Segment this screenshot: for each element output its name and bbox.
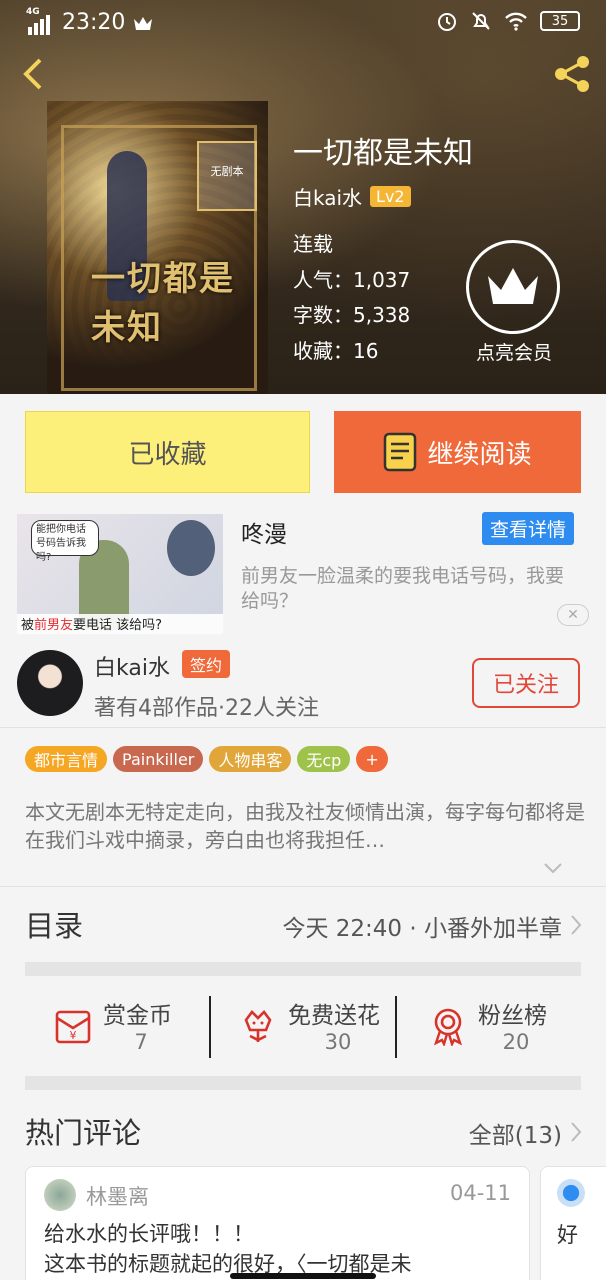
favorites-stat: 收藏：16 bbox=[293, 339, 379, 363]
flower-icon bbox=[244, 1010, 272, 1042]
crown-icon bbox=[134, 16, 153, 30]
comment-card[interactable]: 好 bbox=[540, 1166, 606, 1280]
comment-text: 好 bbox=[557, 1223, 578, 1247]
red-envelope-icon: ¥ bbox=[55, 1010, 91, 1044]
ad-title: 咚漫 bbox=[241, 522, 287, 548]
book-title: 一切都是未知 bbox=[293, 136, 473, 171]
reward-coins-count: 7 bbox=[134, 1030, 148, 1054]
medal-icon bbox=[433, 1008, 463, 1046]
book-icon bbox=[384, 432, 417, 472]
crown-icon bbox=[488, 268, 538, 304]
tag-chip[interactable]: 人物串客 bbox=[209, 746, 292, 772]
view-details-button[interactable]: 查看详情 bbox=[482, 512, 575, 545]
svg-text:¥: ¥ bbox=[70, 1029, 77, 1042]
avatar[interactable] bbox=[17, 650, 83, 716]
author-section[interactable]: 白kai水 签约 著有4部作品·22人关注 已关注 bbox=[0, 642, 606, 728]
wifi-icon bbox=[505, 12, 527, 31]
ad-bubble: 能把你电话号码告诉我吗? bbox=[31, 520, 99, 563]
comment-text: 给水水的长评哦！！！ 这本书的标题就起的很好，〈一切都是未 bbox=[44, 1222, 412, 1276]
tag-chip[interactable]: Painkiller bbox=[113, 746, 204, 772]
section-divider bbox=[25, 962, 581, 976]
cover-title: 一切都是未知 bbox=[91, 259, 235, 348]
book-status: 连载 bbox=[293, 232, 333, 256]
reward-coins-button[interactable]: ¥ 赏金币 7 bbox=[25, 990, 211, 1060]
toc-label: 目录 bbox=[25, 909, 84, 943]
tag-chip[interactable]: 都市言情 bbox=[25, 746, 108, 772]
ad-banner[interactable]: 能把你电话号码告诉我吗? 被前男友要电话 该给吗? 咚漫 查看详情 前男友一脸温… bbox=[0, 508, 606, 634]
fan-ranking-count: 20 bbox=[502, 1030, 530, 1054]
fan-ranking-button[interactable]: 粉丝榜 20 bbox=[400, 990, 586, 1060]
author-stats: 著有4部作品·22人关注 bbox=[94, 696, 319, 721]
divider bbox=[395, 996, 397, 1058]
chevron-right-icon[interactable] bbox=[570, 1121, 582, 1143]
avatar[interactable] bbox=[44, 1179, 76, 1211]
book-author-row: 白kai水 Lv2 bbox=[293, 182, 411, 211]
send-flower-label: 免费送花 bbox=[288, 1003, 380, 1029]
author-name[interactable]: 白kai水 bbox=[94, 650, 170, 682]
mute-bell-icon bbox=[472, 12, 490, 30]
continue-reading-button[interactable]: 继续阅读 bbox=[334, 411, 581, 493]
vip-button[interactable]: 点亮会员 bbox=[466, 240, 562, 368]
favorited-button[interactable]: 已收藏 bbox=[25, 411, 310, 493]
word-count-stat: 字数：5,338 bbox=[293, 303, 411, 327]
comment-card[interactable]: 林墨离 04-11 给水水的长评哦！！！ 这本书的标题就起的很好，〈一切都是未 bbox=[25, 1166, 530, 1280]
book-cover[interactable]: 无剧本 一切都是未知 bbox=[47, 101, 268, 394]
home-indicator[interactable] bbox=[230, 1273, 376, 1279]
tag-list: 都市言情 Painkiller 人物串客 无cp + bbox=[25, 746, 388, 772]
close-icon[interactable]: ✕ bbox=[557, 604, 589, 626]
book-header: 4G 23:20 35 无剧本 一切都是未知 一切都是未知 白kai水 Lv2 bbox=[0, 0, 606, 394]
latest-chapter: 今天 22:40 · 小番外加半章 bbox=[282, 916, 562, 942]
vip-label: 点亮会员 bbox=[475, 342, 552, 364]
ad-caption: 被前男友要电话 该给吗? bbox=[17, 614, 223, 634]
continue-reading-label: 继续阅读 bbox=[427, 439, 532, 470]
reward-bar: ¥ 赏金币 7 免费送花 30 粉丝榜 20 bbox=[0, 990, 606, 1066]
chevron-right-icon bbox=[571, 915, 582, 935]
popularity-stat: 人气：1,037 bbox=[293, 268, 411, 292]
table-of-contents-row[interactable]: 目录 今天 22:40 · 小番外加半章 bbox=[0, 886, 606, 962]
share-icon[interactable] bbox=[550, 52, 594, 96]
comment-date: 04-11 bbox=[449, 1181, 511, 1205]
comment-user[interactable]: 林墨离 bbox=[86, 1181, 149, 1211]
book-author[interactable]: 白kai水 bbox=[293, 182, 362, 211]
signal-icon: 4G bbox=[26, 7, 54, 35]
follow-button[interactable]: 已关注 bbox=[472, 658, 580, 708]
battery-icon: 35 bbox=[540, 11, 580, 31]
chevron-down-icon[interactable] bbox=[543, 862, 563, 874]
chevron-left-icon[interactable] bbox=[18, 56, 48, 92]
level-badge: Lv2 bbox=[370, 186, 411, 207]
avatar[interactable] bbox=[557, 1179, 585, 1207]
tag-chip[interactable]: 无cp bbox=[297, 746, 351, 772]
section-divider bbox=[25, 1076, 581, 1090]
add-tag-button[interactable]: + bbox=[356, 746, 388, 772]
send-flower-count: 30 bbox=[324, 1030, 352, 1054]
ad-image[interactable]: 能把你电话号码告诉我吗? 被前男友要电话 该给吗? bbox=[17, 514, 223, 634]
app-root: 4G 23:20 35 无剧本 一切都是未知 一切都是未知 白kai水 Lv2 bbox=[0, 0, 606, 1280]
status-bar: 4G 23:20 35 bbox=[0, 0, 606, 46]
status-time: 23:20 bbox=[62, 10, 126, 35]
send-flower-button[interactable]: 免费送花 30 bbox=[210, 990, 396, 1060]
reward-coins-label: 赏金币 bbox=[103, 1003, 172, 1029]
all-comments-link[interactable]: 全部(13) bbox=[469, 1116, 562, 1150]
book-description[interactable]: 本文无剧本无特定走向，由我及社友倾情出演，每字每句都将是在我们斗戏中摘录，旁白由… bbox=[25, 798, 585, 854]
hot-comments-heading: 热门评论 bbox=[25, 1116, 142, 1150]
signed-badge: 签约 bbox=[182, 650, 231, 678]
fan-ranking-label: 粉丝榜 bbox=[478, 1003, 547, 1029]
ad-description: 前男友一脸温柔的要我电话号码，我要给吗？ bbox=[241, 565, 565, 612]
cover-tag: 无剧本 bbox=[197, 141, 257, 211]
alarm-icon bbox=[438, 13, 456, 31]
